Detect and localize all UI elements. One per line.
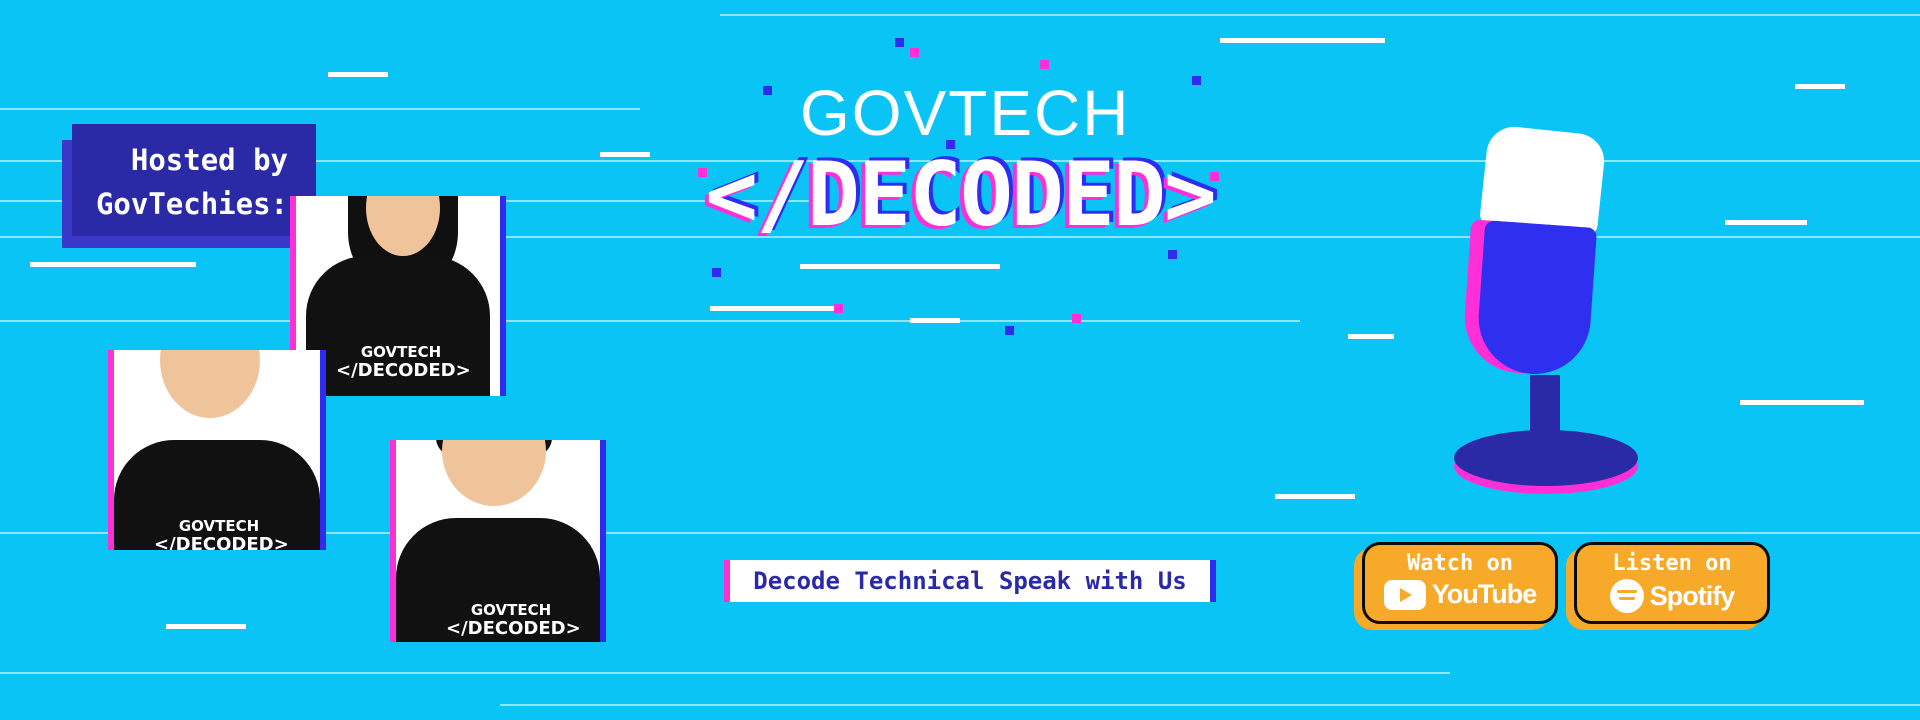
listen-on-spotify-button[interactable]: Listen on Spotify: [1574, 542, 1770, 624]
shirt-logo-line2: </DECODED>: [336, 359, 471, 381]
spotify-icon: [1609, 579, 1644, 613]
hosted-by-line1: Hosted by: [130, 143, 288, 177]
shirt-logo-line1: GOVTECH: [178, 517, 260, 535]
microphone-icon: [1454, 120, 1680, 500]
mic-head-top: [1479, 124, 1607, 236]
pixel-dot: [1192, 76, 1201, 85]
streak-dash: [910, 318, 960, 323]
hosted-by-line2: GovTechies:: [95, 187, 288, 221]
streak-dash: [1275, 494, 1355, 499]
shirt-logo-line2: </DECODED>: [154, 533, 289, 550]
streak-dash: [1795, 84, 1845, 89]
youtube-brand-label: YouTube: [1431, 579, 1537, 609]
shirt-logo: GOVTECH </DECODED>: [446, 601, 581, 639]
youtube-brand: YouTube: [1383, 579, 1537, 610]
streak-dash: [1348, 334, 1394, 339]
streak-dash: [710, 306, 840, 311]
pixel-dot: [1168, 250, 1177, 259]
streak-dash: [800, 264, 1000, 269]
youtube-button-caption: Watch on: [1407, 551, 1513, 576]
shirt-logo: GOVTECH </DECODED>: [154, 517, 289, 550]
mic-base: [1454, 430, 1638, 486]
streak-line: [0, 108, 640, 110]
streak-dash: [30, 262, 196, 267]
streak-line: [0, 320, 1300, 322]
shirt-logo-line2: </DECODED>: [446, 617, 581, 639]
streak-dash: [328, 72, 388, 77]
pixel-dot: [763, 86, 772, 95]
pixel-dot: [895, 38, 904, 47]
mic-head-bottom: [1474, 220, 1598, 378]
streak-line: [720, 14, 1920, 16]
streak-line: [500, 704, 1920, 706]
streak-dash: [1740, 400, 1864, 405]
watch-on-youtube-button[interactable]: Watch on YouTube: [1362, 542, 1558, 624]
pixel-dot: [910, 48, 919, 57]
host-face: [160, 350, 260, 418]
host-portrait-3: GOVTECH </DECODED>: [396, 440, 600, 642]
host-portrait-1: GOVTECH </DECODED>: [296, 196, 500, 396]
shirt-logo-line1: GOVTECH: [360, 343, 442, 361]
pixel-dot: [834, 304, 843, 313]
shirt-logo: GOVTECH </DECODED>: [336, 343, 471, 381]
youtube-play-icon: [1383, 579, 1426, 610]
streak-line: [0, 672, 1450, 674]
hosted-by-label: Hosted by GovTechies:: [72, 124, 316, 236]
streak-dash: [166, 624, 246, 629]
host-face: [442, 440, 546, 506]
govtech-title: GOVTECH: [800, 77, 1131, 149]
pixel-dot: [1072, 314, 1081, 323]
podcast-banner: Hosted by GovTechies: GOVTECH </DECODED>…: [0, 0, 1920, 720]
pixel-dot: [1005, 326, 1014, 335]
tagline: Decode Technical Speak with Us: [730, 560, 1210, 602]
streak-dash: [600, 152, 650, 157]
spotify-brand: Spotify: [1609, 579, 1735, 613]
pixel-dot: [712, 268, 721, 277]
host-portrait-2: GOVTECH </DECODED>: [114, 350, 320, 550]
decoded-title: </DECODED>: [705, 143, 1217, 246]
streak-dash: [1725, 220, 1807, 225]
pixel-dot: [1040, 60, 1049, 69]
spotify-brand-label: Spotify: [1649, 580, 1735, 611]
spotify-button-caption: Listen on: [1612, 551, 1732, 576]
streak-dash: [1220, 38, 1385, 43]
shirt-logo-line1: GOVTECH: [470, 601, 552, 619]
